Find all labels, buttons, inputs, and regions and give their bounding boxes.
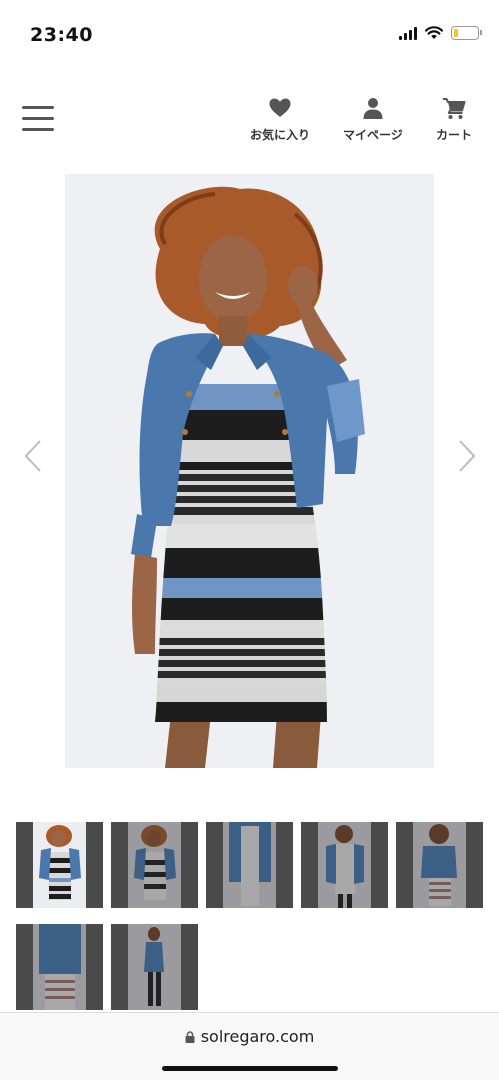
cart-label: カート [436,128,473,142]
status-icons [399,26,482,40]
site-header: お気に入り マイページ カート [0,88,499,158]
browser-address-bar[interactable]: solregaro.com [0,1012,499,1080]
battery-icon [451,26,482,40]
thumbnail-7[interactable] [111,924,198,1010]
product-main-image[interactable] [65,174,434,768]
url-display[interactable]: solregaro.com [0,1027,499,1046]
thumbnail-4[interactable] [301,822,388,908]
thumbnail-1[interactable] [16,822,103,908]
signal-icon [399,26,417,40]
thumbnail-3[interactable] [206,822,293,908]
thumbnail-2[interactable] [111,822,198,908]
favorites-button[interactable]: お気に入り [250,96,310,143]
heart-icon [269,98,291,117]
mypage-button[interactable]: マイページ [343,96,403,143]
status-bar: 23:40 [0,0,499,60]
hamburger-menu-icon[interactable] [22,106,54,134]
url-text: solregaro.com [200,1027,315,1046]
lock-icon [185,1028,195,1043]
home-indicator [162,1066,338,1071]
chevron-left-icon[interactable] [18,436,48,476]
cart-button[interactable]: カート [436,96,472,143]
thumbnail-6[interactable] [16,924,103,1010]
status-time: 23:40 [30,24,93,46]
favorites-label: お気に入り [250,128,311,142]
chevron-right-icon[interactable] [452,436,482,476]
thumbnail-5[interactable] [396,822,483,908]
cart-icon [443,98,466,119]
person-icon [363,98,383,119]
wifi-icon [425,26,443,39]
mypage-label: マイページ [343,128,403,142]
